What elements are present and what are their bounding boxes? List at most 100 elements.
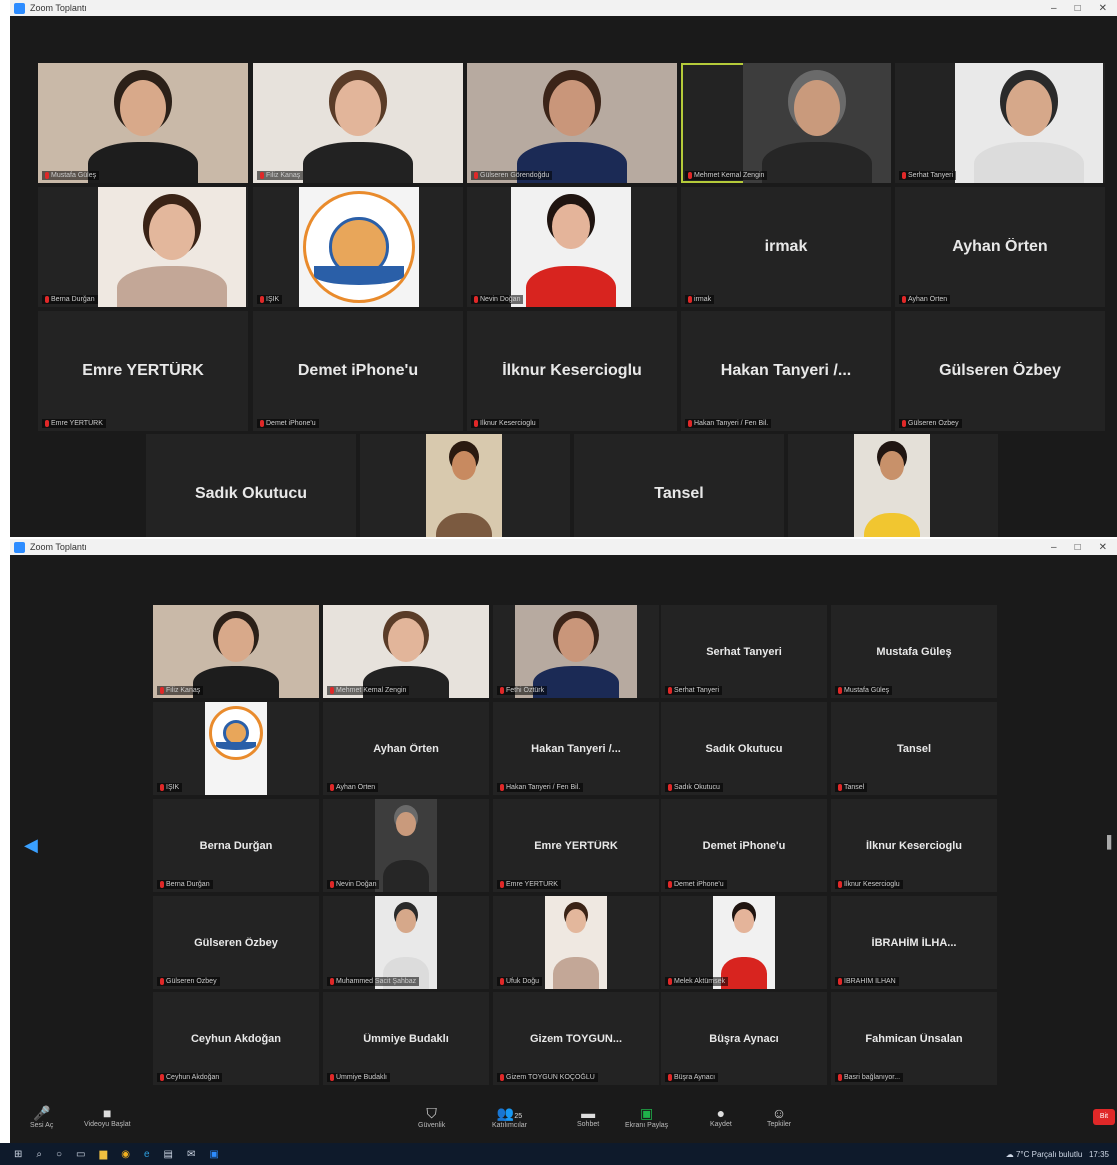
next-page-arrow-icon[interactable]: ▌ xyxy=(1107,835,1116,849)
prev-page-arrow-icon[interactable]: ◀ xyxy=(24,835,38,856)
participant-label-text: Filiz Kanaş xyxy=(266,172,301,179)
participant-tile[interactable]: Ceyhun Akdoğan Ceyhun Akdoğan xyxy=(153,992,319,1085)
participant-tile[interactable]: IŞIK xyxy=(153,702,319,795)
edge-icon[interactable]: e xyxy=(144,1149,150,1160)
participant-tile[interactable]: Berna Durğan xyxy=(38,187,248,307)
participant-tile[interactable]: Sadık Okutucu xyxy=(146,434,356,537)
participant-tile[interactable]: Demet iPhone'u Demet iPhone'u xyxy=(253,311,463,431)
bottom-title-bar: Zoom Toplantı – □ ✕ xyxy=(10,539,1117,555)
search-icon[interactable]: ⌕ xyxy=(36,1149,42,1160)
participant-tile[interactable]: Emre YERTÜRK Emre YERTÜRK xyxy=(493,799,659,892)
participant-tile[interactable]: Mustafa Güleş Mustafa Güleş xyxy=(831,605,997,698)
participant-tile[interactable]: Gülseren Özbey Gülseren Özbey xyxy=(153,896,319,989)
share-screen-button[interactable]: ▣ Ekranı Paylaş xyxy=(625,1105,668,1129)
minimize-button[interactable]: – xyxy=(1051,542,1057,553)
participant-name: Gülseren Özbey xyxy=(194,936,278,949)
participant-tile[interactable]: Ayhan Örten Ayhan Örten xyxy=(323,702,489,795)
muted-mic-icon xyxy=(500,881,504,888)
participant-tile[interactable]: Berna Durğan Berna Durğan xyxy=(153,799,319,892)
security-button[interactable]: ⛉ Güvenlik xyxy=(418,1105,445,1129)
participant-label: Gülseren Özbey xyxy=(899,419,962,428)
participant-tile[interactable]: Nevin Doğan xyxy=(467,187,677,307)
participant-tile[interactable]: Serhat Tanyeri xyxy=(895,63,1105,183)
muted-mic-icon xyxy=(474,420,478,427)
participant-tile[interactable]: Melek Aktümsek xyxy=(661,896,827,989)
participant-label-text: Gülseren Görendoğdu xyxy=(480,172,550,179)
participant-tile[interactable]: Emre YERTÜRK Emre YERTÜRK xyxy=(38,311,248,431)
participant-video xyxy=(854,434,930,537)
participant-tile[interactable]: Gülseren Görendoğdu xyxy=(467,63,677,183)
participant-tile[interactable]: Tansel Tansel xyxy=(831,702,997,795)
windows-taskbar: ⊞ ⌕ ○ ▭ ▆ ◉ e ▤ ✉ ▣ ☁ 7°C Parçalı bulutl… xyxy=(0,1143,1117,1165)
reactions-button[interactable]: ☺ Tepkiler xyxy=(767,1105,791,1128)
participant-tile[interactable]: İlknur Kesercioglu İlknur Kesercioglu xyxy=(467,311,677,431)
unmute-button[interactable]: 🎤 Sesi Aç xyxy=(30,1105,53,1129)
bottom-zoom-window: Zoom Toplantı – □ ✕ ◀ ▌ Filiz Kanaş Mehmet … xyxy=(10,539,1117,1143)
participant-tile[interactable]: Ayhan Örten Ayhan Örten xyxy=(895,187,1105,307)
chat-button[interactable]: ▬ Sohbet xyxy=(577,1105,599,1128)
participant-tile[interactable]: Sadık Okutucu Sadık Okutucu xyxy=(661,702,827,795)
record-button[interactable]: ● Kaydet xyxy=(710,1105,732,1128)
muted-mic-icon xyxy=(330,1074,334,1081)
muted-mic-icon xyxy=(902,172,906,179)
participant-video xyxy=(426,434,502,537)
participant-label: Gülseren Özbey xyxy=(157,977,220,986)
participant-tile[interactable]: İlknur Kesercioglu İlknur Kesercioglu xyxy=(831,799,997,892)
participant-label-text: İBRAHİM İLHAN xyxy=(844,978,896,985)
participant-video xyxy=(375,896,437,989)
maximize-button[interactable]: □ xyxy=(1075,542,1081,553)
participant-tile[interactable]: Fahmican Ünsalan Basri bağlanıyor... xyxy=(831,992,997,1085)
file-explorer-icon[interactable]: ▆ xyxy=(100,1149,108,1160)
participant-tile[interactable]: irmak irmak xyxy=(681,187,891,307)
cortana-icon[interactable]: ○ xyxy=(56,1149,62,1160)
participant-tile[interactable]: Mustafa Güleş xyxy=(38,63,248,183)
participant-tile[interactable]: Hakan Tanyeri /... Hakan Tanyeri / Fen Bi… xyxy=(681,311,891,431)
record-icon: ● xyxy=(716,1105,726,1121)
mail-icon[interactable]: ✉ xyxy=(187,1149,195,1160)
participant-label: Serhat Tanyeri xyxy=(665,686,723,695)
participant-tile[interactable]: Gizem TOYGUN... Gizem TOYGUN KOÇOĞLU xyxy=(493,992,659,1085)
participant-tile[interactable]: Filiz Kanaş xyxy=(153,605,319,698)
close-button[interactable]: ✕ xyxy=(1099,3,1107,14)
participant-label-text: Melek Aktümsek xyxy=(674,978,725,985)
participant-label-text: Ümmiye Budaklı xyxy=(336,1074,387,1081)
task-view-icon[interactable]: ▭ xyxy=(76,1149,85,1160)
windows-start-icon[interactable]: ⊞ xyxy=(14,1149,22,1160)
participant-tile[interactable]: Serhat Tanyeri Serhat Tanyeri xyxy=(661,605,827,698)
zoom-taskbar-icon[interactable]: ▣ xyxy=(209,1149,218,1160)
chrome-icon[interactable]: ◉ xyxy=(121,1149,130,1160)
muted-mic-icon xyxy=(260,296,264,303)
participant-tile[interactable]: Fethi Öztürk xyxy=(493,605,659,698)
participant-tile[interactable]: Ümmiye Budaklı Ümmiye Budaklı xyxy=(323,992,489,1085)
store-icon[interactable]: ▤ xyxy=(164,1149,173,1160)
participant-tile[interactable] xyxy=(360,434,570,537)
participant-tile[interactable]: Büşra Aynacı Büşra Aynacı xyxy=(661,992,827,1085)
participant-tile[interactable]: IŞIK xyxy=(253,187,463,307)
participant-tile[interactable]: Filiz Kanaş xyxy=(253,63,463,183)
participant-tile[interactable]: Muhammed Sacit Şahbaz xyxy=(323,896,489,989)
end-meeting-button[interactable]: Bit xyxy=(1093,1109,1115,1125)
participant-name: İlknur Kesercioglu xyxy=(866,839,962,852)
maximize-button[interactable]: □ xyxy=(1075,3,1081,14)
participant-tile[interactable]: Nevin Doğan xyxy=(323,799,489,892)
participant-name: Fahmican Ünsalan xyxy=(865,1032,963,1045)
participant-tile[interactable]: Tansel xyxy=(574,434,784,537)
participant-tile[interactable]: Hakan Tanyeri /... Hakan Tanyeri / Fen Bi… xyxy=(493,702,659,795)
muted-mic-icon xyxy=(500,1074,504,1081)
participant-label: Hakan Tanyeri / Fen Bil. xyxy=(685,419,772,428)
participant-tile[interactable]: Gülseren Özbey Gülseren Özbey xyxy=(895,311,1105,431)
participant-label-text: Mustafa Güleş xyxy=(51,172,97,179)
participant-tile[interactable]: Mehmet Kemal Zengin xyxy=(681,63,891,183)
close-button[interactable]: ✕ xyxy=(1099,542,1107,553)
participant-video xyxy=(38,63,248,183)
participants-button[interactable]: 👥25 Katılımcılar xyxy=(492,1105,527,1129)
participant-tile[interactable]: Demet iPhone'u Demet iPhone'u xyxy=(661,799,827,892)
minimize-button[interactable]: – xyxy=(1051,3,1057,14)
participant-tile[interactable]: İBRAHİM İLHA... İBRAHİM İLHAN xyxy=(831,896,997,989)
muted-mic-icon xyxy=(160,687,164,694)
participant-tile[interactable]: Ufuk Doğu xyxy=(493,896,659,989)
participant-tile[interactable]: Mehmet Kemal Zengin xyxy=(323,605,489,698)
muted-mic-icon xyxy=(668,978,672,985)
start-video-button[interactable]: ■ Videoyu Başlat xyxy=(84,1105,131,1128)
participant-tile[interactable] xyxy=(788,434,998,537)
